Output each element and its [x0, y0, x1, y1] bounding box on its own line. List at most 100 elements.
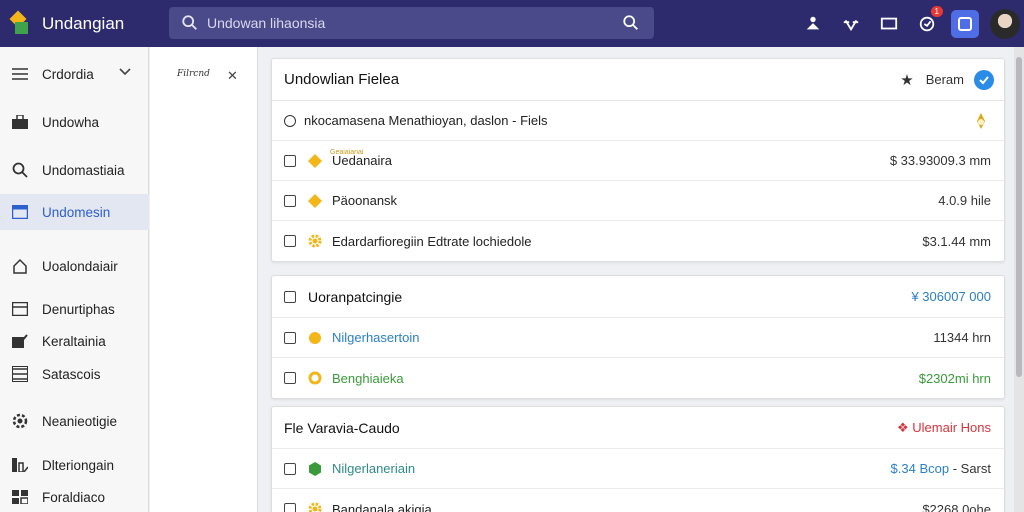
- share-button[interactable]: [794, 0, 832, 47]
- sidebar-item-label: Uoalondaiair: [42, 258, 118, 274]
- table-row[interactable]: Nilgerlaneriain $.34 Bcop - Sarst: [272, 449, 1004, 489]
- sidebar-item-label: Denurtiphas: [42, 301, 115, 317]
- row-value: $ 33.93009.3 mm: [889, 153, 991, 168]
- gear-icon: [308, 234, 322, 248]
- diamond-icon: [308, 193, 322, 208]
- row-value: $3.1.44 mm: [922, 233, 991, 249]
- row-value: 11344 hrn: [933, 330, 991, 345]
- sidebar-item-label: Undowha: [42, 114, 100, 130]
- row-value: $.34 Bcop - Sarst: [891, 461, 991, 476]
- row-checkbox[interactable]: [284, 235, 296, 247]
- search-bar[interactable]: [169, 7, 654, 39]
- row-label[interactable]: Benghiaieka: [332, 371, 404, 386]
- table-row[interactable]: Bandanala akigia $2268 0ohe: [272, 489, 1004, 512]
- notifications-button[interactable]: 1: [908, 0, 946, 47]
- search-submit-icon[interactable]: [622, 14, 640, 32]
- row-value: 4.0.9 hile: [938, 193, 991, 208]
- row-checkbox[interactable]: [284, 194, 296, 207]
- row-checkbox[interactable]: [284, 290, 296, 303]
- table-row[interactable]: Edardarfioregiin Edtrate lochiedole $3.1…: [272, 221, 1004, 261]
- brand[interactable]: Undangian: [0, 10, 160, 35]
- table-row[interactable]: Päoonansk 4.0.9 hile: [272, 181, 1004, 221]
- row-sublabel: Geaiaianai: [330, 149, 364, 156]
- gear-icon: [11, 412, 29, 430]
- card-title-value: ❖ Ulemair Hons: [897, 420, 991, 436]
- sidebar-item-6[interactable]: Keraltainia: [0, 323, 149, 359]
- alert-icon: ❖: [896, 419, 913, 435]
- sidebar-item-0[interactable]: Crdordia: [0, 56, 149, 92]
- monitor-icon: [880, 17, 898, 29]
- display-button[interactable]: [870, 0, 908, 47]
- row-label: Bandanala akigia: [332, 501, 432, 512]
- share-icon: [806, 16, 820, 29]
- row-checkbox[interactable]: [284, 331, 296, 344]
- row-label[interactable]: Nilgerlaneriain: [332, 461, 415, 476]
- sidebar-item-3[interactable]: Undomesin: [0, 194, 149, 230]
- row-checkbox[interactable]: [284, 154, 296, 167]
- sidebar-item-label: Dlteriongain: [42, 457, 115, 473]
- row-label: Päoonansk: [332, 193, 398, 208]
- sidebar: Crdordia Undowha Undomastiaia Undomesin …: [0, 47, 149, 512]
- toolbar-icons: 1: [794, 0, 1024, 47]
- radio-icon[interactable]: [284, 114, 296, 127]
- grid-icon: [11, 488, 29, 506]
- sidebar-item-1[interactable]: Undowha: [0, 104, 149, 140]
- briefcase-icon: [11, 113, 29, 131]
- row-checkbox[interactable]: [284, 503, 296, 512]
- sidebar-item-label: Foraldiaco: [42, 489, 106, 505]
- brand-logo: [9, 10, 32, 35]
- sidebar-item-4[interactable]: Uoalondaiair: [0, 248, 149, 284]
- card-action-label[interactable]: Beram: [926, 72, 964, 87]
- sidebar-item-label: Undomesin: [42, 204, 111, 220]
- card-variants: Fle Varavia-Caudo ❖ Ulemair Hons Nilgerl…: [271, 406, 1005, 512]
- filter-panel: Filrcnd ✕: [150, 47, 258, 512]
- sidebar-item-9[interactable]: Dlteriongain: [0, 447, 149, 483]
- sidebar-item-8[interactable]: Neanieotigie: [0, 403, 149, 439]
- sidebar-item-label: Satascois: [42, 366, 101, 382]
- table-row[interactable]: Geaiaianai Uedanaira $ 33.93009.3 mm: [272, 141, 1004, 181]
- search-icon: [182, 15, 197, 30]
- row-value: $2268 0ohe: [922, 501, 991, 512]
- card-title: Undowlian Fielea: [284, 71, 400, 88]
- filter-panel-title: Filrcnd: [177, 69, 210, 79]
- card-header: Fle Varavia-Caudo ❖ Ulemair Hons: [272, 407, 1004, 449]
- row-checkbox[interactable]: [284, 462, 296, 475]
- sidebar-item-label: Undomastiaia: [42, 162, 125, 178]
- card-title-value: ¥ 306007 000: [911, 289, 991, 304]
- app-name: Undangian: [42, 13, 125, 33]
- flame-icon[interactable]: [972, 112, 990, 130]
- sidebar-item-2[interactable]: Undomastiaia: [0, 152, 149, 188]
- gear-icon: [308, 502, 322, 512]
- chevron-down-icon[interactable]: [119, 68, 131, 76]
- recycle-icon: [843, 19, 859, 31]
- ring-icon: [308, 371, 322, 385]
- apps-button[interactable]: [946, 0, 984, 47]
- notification-badge: 1: [930, 6, 943, 17]
- search-input[interactable]: [207, 15, 607, 31]
- star-icon[interactable]: ★: [900, 71, 913, 89]
- scrollbar[interactable]: [1014, 47, 1024, 512]
- sidebar-item-10[interactable]: Foraldiaco: [0, 479, 149, 512]
- info-text: nkocamasena Menathioyan, daslon - Fiels: [304, 113, 548, 128]
- table-row[interactable]: Nilgerhasertoin 11344 hrn: [272, 318, 1004, 358]
- edit-icon: [11, 332, 29, 350]
- window-icon: [11, 203, 29, 221]
- sidebar-item-label: Crdordia: [42, 66, 94, 82]
- row-value-amount: $.34 Bcop: [890, 461, 950, 476]
- window-icon: [11, 300, 29, 318]
- sidebar-item-label: Keraltainia: [42, 333, 106, 349]
- sidebar-item-7[interactable]: Satascois: [0, 356, 149, 392]
- avatar[interactable]: [990, 8, 1020, 39]
- row-label: Edardarfioregiin Edtrate lochiedole: [332, 233, 532, 249]
- row-value-suffix: - Sarst: [952, 461, 991, 476]
- home-icon: [11, 257, 29, 275]
- recycle-button[interactable]: [832, 0, 870, 47]
- scrollbar-thumb[interactable]: [1016, 57, 1022, 377]
- close-icon[interactable]: ✕: [227, 68, 238, 84]
- table-row[interactable]: Benghiaieka $2302mi hrn: [272, 358, 1004, 398]
- row-label[interactable]: Nilgerhasertoin: [332, 330, 419, 345]
- sidebar-item-5[interactable]: Denurtiphas: [0, 291, 149, 327]
- bell-icon: [919, 16, 935, 31]
- verified-icon[interactable]: [974, 69, 994, 90]
- row-checkbox[interactable]: [284, 372, 296, 384]
